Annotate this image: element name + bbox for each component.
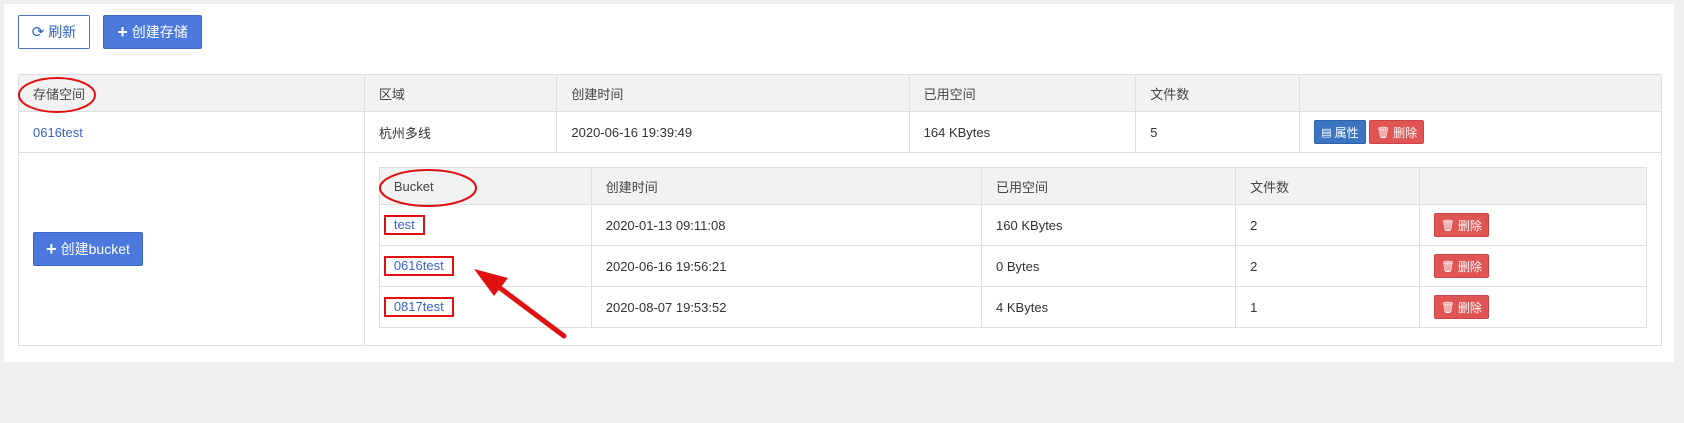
- delete-bucket-button[interactable]: 🗑 删除: [1433, 295, 1489, 319]
- storage-files: 5: [1135, 111, 1301, 153]
- bucket-section-row: + 创建bucket Bucket 创建时间 已用空间 文件数 test 202…: [18, 152, 1663, 346]
- header-file-count: 文件数: [1235, 167, 1420, 205]
- bucket-files: 1: [1235, 286, 1420, 328]
- storage-created: 2020-06-16 19:39:49: [556, 111, 910, 153]
- refresh-label: 刷新: [48, 24, 77, 40]
- storage-actions: ▤ 属性 🗑 删除: [1299, 111, 1662, 153]
- properties-label: 属性: [1334, 125, 1359, 140]
- delete-label: 删除: [1457, 300, 1482, 315]
- header-used-space: 已用空间: [981, 167, 1237, 205]
- delete-label: 删除: [1457, 259, 1482, 274]
- bucket-used: 4 KBytes: [981, 286, 1237, 328]
- list-icon: ▤: [1321, 126, 1332, 139]
- header-created-time: 创建时间: [556, 74, 910, 112]
- bucket-used: 0 Bytes: [981, 245, 1237, 287]
- storage-table-header: 存储空间 区域 创建时间 已用空间 文件数: [18, 74, 1662, 112]
- storage-table: 存储空间 区域 创建时间 已用空间 文件数 0616test 杭州多线 2020…: [18, 74, 1663, 346]
- storage-used: 164 KBytes: [908, 111, 1137, 153]
- bucket-used: 160 KBytes: [981, 204, 1237, 246]
- bucket-name-link[interactable]: test: [383, 215, 425, 235]
- properties-button[interactable]: ▤ 属性: [1314, 120, 1366, 144]
- bucket-table-cell: Bucket 创建时间 已用空间 文件数 test 2020-01-13 09:…: [363, 152, 1663, 346]
- refresh-button[interactable]: ⟳ 刷新: [18, 15, 90, 49]
- table-row: 0616test 2020-06-16 19:56:21 0 Bytes 2 🗑…: [378, 245, 1648, 287]
- delete-bucket-button[interactable]: 🗑 删除: [1433, 213, 1489, 237]
- storage-name-link[interactable]: 0616test: [33, 125, 83, 140]
- trash-icon: 🗑: [1440, 301, 1455, 314]
- header-actions: [1299, 74, 1662, 112]
- create-storage-label: 创建存储: [131, 24, 188, 40]
- header-region: 区域: [363, 74, 558, 112]
- header-storage-space: 存储空间: [18, 74, 365, 112]
- plus-icon: +: [46, 239, 57, 259]
- bucket-name-link[interactable]: 0817test: [383, 297, 454, 317]
- bucket-table-header: Bucket 创建时间 已用空间 文件数: [378, 167, 1648, 205]
- bucket-name-link[interactable]: 0616test: [383, 256, 454, 276]
- bucket-created: 2020-08-07 19:53:52: [590, 286, 983, 328]
- toolbar: ⟳ 刷新 + 创建存储: [18, 15, 202, 49]
- plus-icon: +: [117, 22, 128, 42]
- storage-region: 杭州多线: [363, 111, 558, 153]
- trash-icon: 🗑: [1440, 260, 1455, 273]
- header-bucket: Bucket: [378, 167, 592, 205]
- header-file-count: 文件数: [1135, 74, 1301, 112]
- bucket-files: 2: [1235, 245, 1420, 287]
- bucket-created: 2020-01-13 09:11:08: [590, 204, 983, 246]
- header-created-time: 创建时间: [590, 167, 983, 205]
- trash-icon: 🗑: [1376, 126, 1391, 139]
- bucket-create-cell: + 创建bucket: [18, 152, 365, 346]
- header-actions: [1418, 167, 1648, 205]
- delete-label: 删除: [1393, 125, 1418, 140]
- bucket-created: 2020-06-16 19:56:21: [590, 245, 983, 287]
- table-row: 0616test 杭州多线 2020-06-16 19:39:49 164 KB…: [18, 111, 1662, 153]
- create-bucket-label: 创建bucket: [60, 241, 130, 257]
- create-storage-button[interactable]: + 创建存储: [103, 15, 202, 49]
- content-panel: ⟳ 刷新 + 创建存储 存储空间 区域 创建时间 已用空间 文件数 0616te…: [4, 4, 1674, 362]
- bucket-table: Bucket 创建时间 已用空间 文件数 test 2020-01-13 09:…: [378, 167, 1648, 328]
- table-row: 0817test 2020-08-07 19:53:52 4 KBytes 1 …: [378, 286, 1648, 328]
- header-used-space: 已用空间: [908, 74, 1137, 112]
- trash-icon: 🗑: [1440, 219, 1455, 232]
- create-bucket-button[interactable]: + 创建bucket: [33, 232, 143, 266]
- delete-label: 删除: [1457, 218, 1482, 233]
- table-row: test 2020-01-13 09:11:08 160 KBytes 2 🗑 …: [378, 204, 1648, 246]
- refresh-icon: ⟳: [31, 24, 45, 41]
- delete-storage-button[interactable]: 🗑 删除: [1369, 120, 1425, 144]
- bucket-files: 2: [1235, 204, 1420, 246]
- delete-bucket-button[interactable]: 🗑 删除: [1433, 254, 1489, 278]
